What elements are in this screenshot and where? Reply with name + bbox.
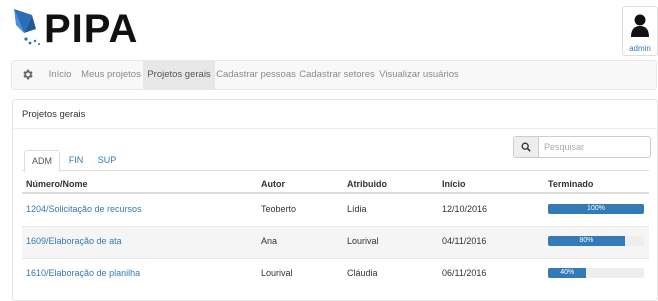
panel-divider — [13, 128, 657, 129]
nav-inicio[interactable]: Início — [42, 61, 78, 89]
username-link[interactable]: admin — [623, 44, 657, 53]
progress-fill: 100% — [548, 204, 644, 214]
tab-adm[interactable]: ADM — [24, 150, 60, 172]
nav-cadastrar-pessoas[interactable]: Cadastrar pessoas — [216, 61, 296, 89]
panel-title: Projetos gerais — [22, 109, 86, 120]
progress-fill: 80% — [548, 236, 625, 246]
author-cell: Teoberto — [261, 204, 297, 214]
col-autor[interactable]: Autor — [261, 179, 285, 189]
user-menu[interactable]: admin — [622, 6, 658, 56]
author-cell: Ana — [261, 236, 278, 246]
tabs-baseline — [22, 170, 649, 171]
tab-fin[interactable]: FIN — [66, 150, 86, 170]
user-icon — [631, 14, 649, 37]
sector-tabs: ADM FIN SUP — [22, 150, 649, 172]
progress-label: 100% — [587, 205, 605, 212]
table-row: 1609/Elaboração de ata Ana Lourival 04/1… — [22, 226, 649, 258]
start-date-cell: 06/11/2016 — [442, 268, 487, 278]
assignee-cell: Lídia — [347, 204, 367, 214]
progress-bar: 100% — [548, 204, 644, 214]
table-row: 1204/Solicitação de recursos Teoberto Lí… — [22, 194, 649, 226]
project-link[interactable]: 1204/Solicitação de recursos — [26, 204, 142, 214]
progress-bar: 80% — [548, 236, 644, 246]
tab-sup[interactable]: SUP — [96, 150, 118, 170]
row-divider — [22, 258, 649, 259]
col-numero-nome[interactable]: Número/Nome — [26, 179, 88, 189]
assignee-cell: Cláudia — [347, 268, 378, 278]
nav-meus-projetos[interactable]: Meus projetos — [80, 61, 142, 89]
progress-label: 80% — [579, 237, 594, 244]
app-logo-text: PIPA — [44, 7, 139, 51]
assignee-cell: Lourival — [347, 236, 379, 246]
progress-bar: 40% — [548, 268, 644, 278]
col-terminado[interactable]: Terminado — [548, 179, 593, 189]
start-date-cell: 04/11/2016 — [442, 236, 487, 246]
main-nav: Início Meus projetos Projetos gerais Cad… — [11, 60, 657, 90]
progress-label: 40% — [560, 269, 575, 276]
nav-projetos-gerais[interactable]: Projetos gerais — [143, 61, 215, 89]
gear-icon[interactable] — [21, 68, 34, 81]
author-cell: Lourival — [261, 268, 293, 278]
kite-icon — [14, 9, 40, 45]
project-link[interactable]: 1610/Elaboração de planilha — [26, 268, 140, 278]
app-logo[interactable]: PIPA — [12, 7, 137, 51]
col-inicio[interactable]: Início — [442, 179, 466, 189]
col-atribuido[interactable]: Atribuido — [347, 179, 387, 189]
project-link[interactable]: 1609/Elaboração de ata — [26, 236, 122, 246]
table-row: 1610/Elaboração de planilha Lourival Clá… — [22, 258, 649, 290]
nav-visualizar-usuarios[interactable]: Visualizar usuários — [378, 61, 460, 89]
row-divider — [22, 226, 649, 227]
nav-cadastrar-setores[interactable]: Cadastrar setores — [298, 61, 376, 89]
start-date-cell: 12/10/2016 — [442, 204, 488, 214]
header: PIPA admin — [0, 0, 658, 56]
progress-fill: 40% — [548, 268, 587, 278]
projects-panel: Projetos gerais ADM FIN SUP Número/Nome … — [12, 99, 658, 301]
